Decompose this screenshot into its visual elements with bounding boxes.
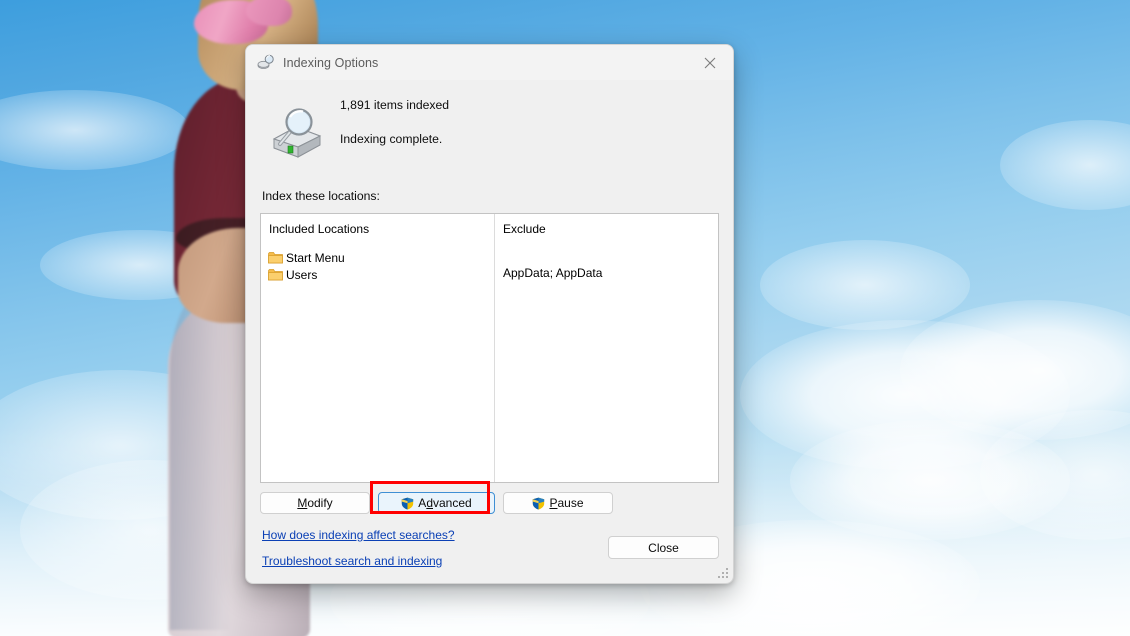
modify-button[interactable]: Modify (260, 492, 370, 514)
desktop-wallpaper: Indexing Options 1,891 items indexed Ind… (0, 0, 1130, 636)
indexing-options-icon (257, 54, 274, 69)
dialog-footer: Close (246, 527, 733, 583)
dialog-body: 1,891 items indexed Indexing complete. I… (246, 81, 733, 568)
uac-shield-icon (533, 497, 545, 509)
close-button[interactable] (687, 45, 733, 80)
drive-search-icon (272, 108, 322, 158)
exclude-row: AppData; AppData (503, 266, 603, 280)
action-button-row: Modify Advanced Pause (260, 492, 719, 514)
list-item-label: Start Menu (286, 250, 345, 265)
pause-button[interactable]: Pause (503, 492, 613, 514)
advanced-button-label: Advanced (418, 496, 472, 510)
index-locations-label: Index these locations: (262, 189, 380, 203)
cloud (900, 300, 1130, 440)
dialog-titlebar: Indexing Options (246, 45, 733, 81)
exclude-column: Exclude AppData; AppData (495, 214, 718, 482)
column-header-included: Included Locations (269, 222, 370, 236)
included-locations-column: Included Locations Start Menu Users (261, 214, 495, 482)
indexing-state-text: Indexing complete. (340, 132, 443, 146)
list-item[interactable]: Users (261, 266, 494, 283)
folder-icon (268, 269, 283, 281)
items-indexed-text: 1,891 items indexed (340, 98, 450, 112)
dialog-title: Indexing Options (283, 55, 379, 70)
cloud (790, 420, 1070, 540)
cloud (760, 240, 970, 330)
uac-shield-icon (402, 497, 414, 509)
close-dialog-button[interactable]: Close (608, 536, 719, 559)
cloud (980, 410, 1130, 540)
list-item-label: Users (286, 267, 318, 282)
pause-button-label: Pause (549, 496, 584, 510)
list-item[interactable]: Start Menu (261, 249, 494, 266)
status-text-group: 1,891 items indexed Indexing complete. (340, 93, 449, 146)
character-hair-ribbon-tail (246, 0, 292, 26)
character-dress-shadow (170, 290, 230, 630)
exclude-row-empty (495, 249, 718, 266)
folder-icon (268, 252, 283, 264)
locations-listbox[interactable]: Included Locations Start Menu Users Excl… (260, 213, 719, 483)
column-header-exclude: Exclude (503, 222, 546, 236)
resize-grip-icon[interactable] (718, 568, 729, 579)
close-icon (704, 57, 716, 68)
advanced-button[interactable]: Advanced (378, 492, 495, 514)
cloud (1000, 120, 1130, 210)
indexing-options-dialog: Indexing Options 1,891 items indexed Ind… (245, 44, 734, 584)
cloud (740, 320, 1070, 470)
indexing-status-row: 1,891 items indexed Indexing complete. (260, 81, 719, 161)
modify-button-label: Modify (297, 496, 333, 510)
